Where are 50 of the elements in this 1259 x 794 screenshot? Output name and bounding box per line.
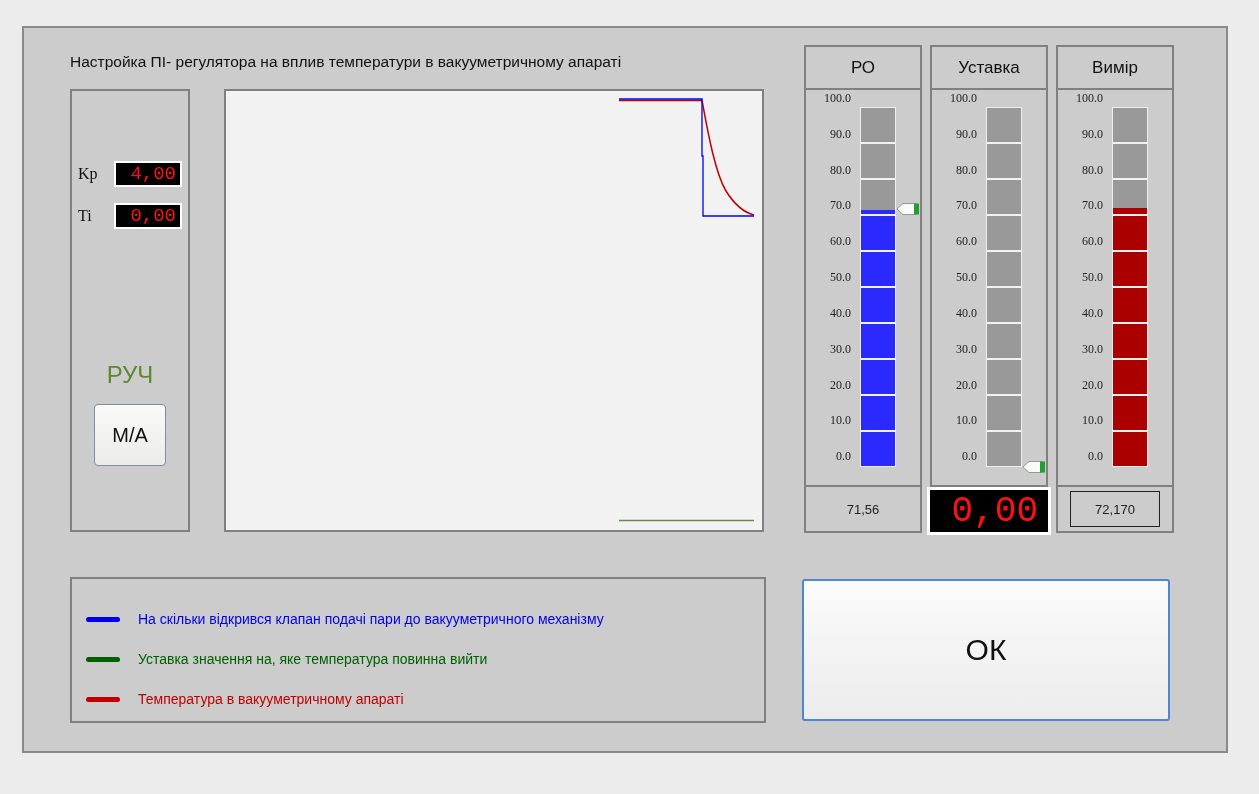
digital-display: 0,00 bbox=[114, 203, 182, 229]
scale-label: 0.0 bbox=[1088, 449, 1103, 466]
scale-label: 90.0 bbox=[956, 126, 977, 143]
scale-label: 10.0 bbox=[1082, 413, 1103, 430]
scale-label: 50.0 bbox=[830, 270, 851, 287]
scale-label: 60.0 bbox=[1082, 234, 1103, 251]
scale-label: 90.0 bbox=[1082, 126, 1103, 143]
scale-label: 20.0 bbox=[1082, 377, 1103, 394]
scale-label: 50.0 bbox=[1082, 270, 1103, 287]
scale-label: 30.0 bbox=[956, 341, 977, 358]
mode-indicator: РУЧ bbox=[106, 361, 154, 389]
scale-label: 40.0 bbox=[956, 305, 977, 322]
ok-button[interactable]: ОК bbox=[802, 579, 1170, 721]
scale-label: 70.0 bbox=[830, 198, 851, 215]
legend-label: Температура в вакууметричному апараті bbox=[138, 691, 404, 707]
scale-label: 10.0 bbox=[956, 413, 977, 430]
scale-label: 100.0 bbox=[950, 91, 977, 107]
scale-label: 10.0 bbox=[830, 413, 851, 430]
digital-display: 0,00 bbox=[927, 487, 1051, 535]
value-readout: 72,170 bbox=[1070, 491, 1160, 527]
scale-label: 60.0 bbox=[956, 234, 977, 251]
scale-label: 20.0 bbox=[956, 377, 977, 394]
scale-label: 30.0 bbox=[1082, 341, 1103, 358]
scale-label: 30.0 bbox=[830, 341, 851, 358]
scale-label: 80.0 bbox=[1082, 162, 1103, 179]
parameter-label: Kp bbox=[78, 165, 99, 183]
gauge-title: РО bbox=[804, 45, 922, 90]
digital-display: 4,00 bbox=[114, 161, 182, 187]
scale-label: 80.0 bbox=[956, 162, 977, 179]
parameter-label: Ti bbox=[78, 207, 93, 225]
scale-label: 100.0 bbox=[824, 91, 851, 107]
scale-label: 0.0 bbox=[836, 449, 851, 466]
scale-label: 0.0 bbox=[962, 449, 977, 466]
gauge-title: Вимір bbox=[1056, 45, 1174, 90]
legend-label: На скільки відкрився клапан подачі пари до вакууметричного механізму bbox=[138, 611, 604, 627]
scale-label: 100.0 bbox=[1076, 91, 1103, 107]
scale-label: 70.0 bbox=[956, 198, 977, 215]
gauge-title: Уставка bbox=[930, 45, 1048, 90]
mode-button[interactable]: M/A bbox=[94, 404, 166, 466]
window-title: Настройка ПІ- регулятора на вплив температури в вакууметричному апараті bbox=[70, 53, 623, 72]
scale-label: 90.0 bbox=[830, 126, 851, 143]
scale-label: 80.0 bbox=[830, 162, 851, 179]
scale-label: 70.0 bbox=[1082, 198, 1103, 215]
value-readout: 71,56 bbox=[846, 501, 880, 517]
scale-label: 60.0 bbox=[830, 234, 851, 251]
scale-label: 40.0 bbox=[830, 305, 851, 322]
scale-label: 50.0 bbox=[956, 270, 977, 287]
scale-label: 20.0 bbox=[830, 377, 851, 394]
scale-label: 40.0 bbox=[1082, 305, 1103, 322]
legend-label: Уставка значення на, яке температура повинна вийти bbox=[138, 651, 488, 667]
